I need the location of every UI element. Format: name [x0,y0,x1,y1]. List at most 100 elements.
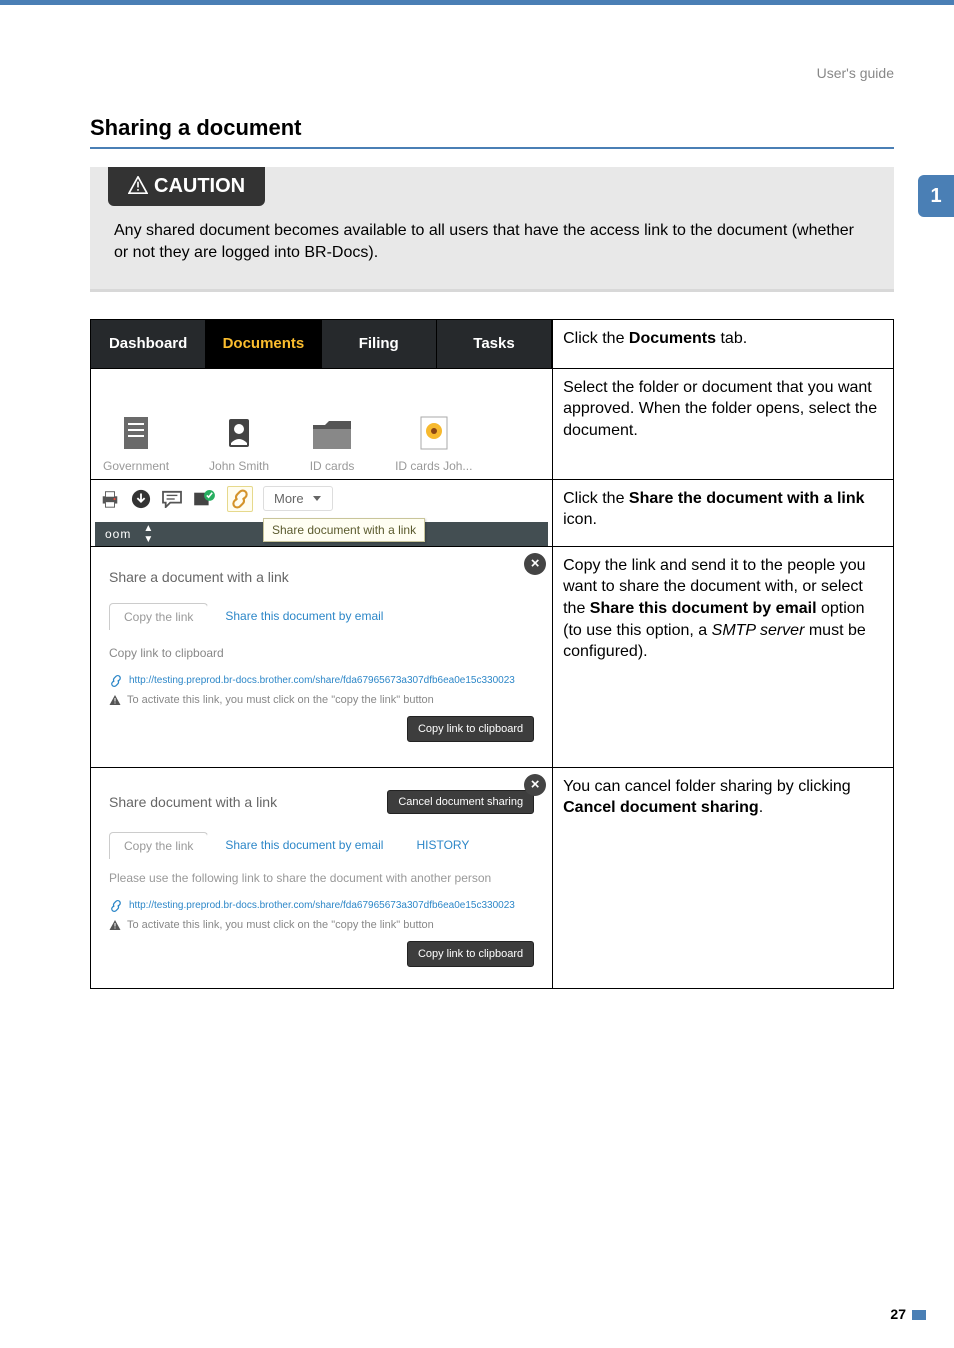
modal-instruction: Please use the following link to share t… [109,871,534,885]
desc-text: You can cancel folder sharing by clickin… [563,778,851,795]
header-guide-label: User's guide [817,65,894,81]
zoom-bar: oom ▲▼ Share document with a link [95,522,548,546]
page: User's guide 1 Sharing a document CAUTIO… [0,0,954,1348]
folder-item-government[interactable]: Government [103,413,169,473]
more-label: More [274,491,304,506]
content-area: Sharing a document CAUTION Any shared do… [0,5,954,989]
modal-tabs: Copy the link Share this document by ema… [109,603,534,630]
desc-bold: Share the document with a link [629,490,865,507]
screenshot-cell: More oom ▲▼ Share document with a link [91,479,553,546]
cancel-sharing-button[interactable]: Cancel document sharing [387,790,534,814]
description-cell: You can cancel folder sharing by clickin… [553,767,894,988]
modal-tabs: Copy the link Share this document by ema… [109,832,534,859]
folder-label: ID cards [310,459,355,473]
building-icon [116,413,156,453]
section-title: Sharing a document [90,115,894,149]
warning-icon [109,919,121,931]
folder-label: John Smith [209,459,269,473]
link-icon [109,899,123,913]
tab-filing[interactable]: Filing [322,320,437,368]
desc-text: tab. [716,330,747,347]
chapter-side-tab: 1 [918,175,954,217]
table-row: More oom ▲▼ Share document with a link C… [91,479,894,546]
warning-text: To activate this link, you must click on… [127,919,434,931]
modal-subtitle: Copy link to clipboard [109,646,534,660]
screenshot-cell: × Share document with a link Cancel docu… [91,767,553,988]
app-tabs-row: Dashboard Documents Filing Tasks [91,320,552,368]
folder-label: Government [103,459,169,473]
tab-share-email[interactable]: Share this document by email [207,603,397,630]
more-dropdown[interactable]: More [263,486,333,511]
screenshot-cell: Dashboard Documents Filing Tasks [91,319,553,368]
warning-text: To activate this link, you must click on… [127,694,434,706]
description-cell: Select the folder or document that you w… [553,368,894,479]
folder-label: ID cards Joh... [395,459,472,473]
folder-item-idcardsjoh[interactable]: ID cards Joh... [395,413,472,473]
copy-link-button[interactable]: Copy link to clipboard [407,941,534,967]
copy-link-button[interactable]: Copy link to clipboard [407,716,534,742]
tab-dashboard[interactable]: Dashboard [91,320,206,368]
modal-title: Share a document with a link [109,569,534,585]
zoom-label: oom [105,527,131,541]
table-row: Dashboard Documents Filing Tasks Click t… [91,319,894,368]
tab-tasks[interactable]: Tasks [437,320,552,368]
folder-item-idcards[interactable]: ID cards [309,415,355,473]
share-url-row: http://testing.preprod.br-docs.brother.c… [109,674,534,688]
tab-documents[interactable]: Documents [206,320,321,368]
desc-bold: Share this document by email [590,600,817,617]
share-modal-active: × Share document with a link Cancel docu… [91,768,552,988]
share-modal: × Share a document with a link Copy the … [91,547,552,767]
activation-warning: To activate this link, you must click on… [109,694,534,706]
modal-title: Share document with a link [109,794,277,810]
desc-bold: Documents [629,330,716,347]
tab-history[interactable]: HISTORY [396,832,483,859]
folder-icon [309,415,355,453]
document-flower-icon [415,413,453,453]
caution-label: CAUTION [154,175,245,197]
share-url-text: http://testing.preprod.br-docs.brother.c… [129,900,515,911]
tab-share-email[interactable]: Share this document by email [207,832,397,859]
table-row: Government John Smith [91,368,894,479]
page-number: 27 [890,1306,906,1322]
desc-text: Click the [563,330,629,347]
desc-text: . [759,799,763,816]
caution-body: Any shared document becomes available to… [90,206,894,289]
screenshot-cell: Government John Smith [91,368,553,479]
person-icon [219,413,259,453]
table-row: × Share a document with a link Copy the … [91,546,894,767]
zoom-arrows-icon[interactable]: ▲▼ [143,523,153,545]
download-icon[interactable] [131,489,151,509]
comment-icon[interactable] [161,490,183,508]
table-row: × Share document with a link Cancel docu… [91,767,894,988]
caution-header: CAUTION [108,167,265,206]
close-icon[interactable]: × [524,553,546,575]
desc-bold: Cancel document sharing [563,799,759,816]
desc-italic: SMTP server [712,622,805,639]
folder-item-john[interactable]: John Smith [209,413,269,473]
tab-copy-link[interactable]: Copy the link [109,832,208,859]
desc-text: icon. [563,511,597,528]
activation-warning: To activate this link, you must click on… [109,919,534,931]
share-url-row: http://testing.preprod.br-docs.brother.c… [109,899,534,913]
share-url-text: http://testing.preprod.br-docs.brother.c… [129,675,515,686]
description-cell: Copy the link and send it to the people … [553,546,894,767]
steps-table: Dashboard Documents Filing Tasks Click t… [90,319,894,989]
description-cell: Click the Documents tab. [553,319,894,368]
link-icon [109,674,123,688]
printer-icon[interactable] [99,489,121,509]
close-icon[interactable]: × [524,774,546,796]
approve-checklist-icon[interactable] [193,490,217,508]
page-number-accent [912,1310,926,1320]
toolbar: More oom ▲▼ Share document with a link [91,480,552,546]
desc-text: Click the [563,490,629,507]
warning-triangle-icon [128,176,148,194]
tab-copy-link[interactable]: Copy the link [109,603,208,630]
caution-box: CAUTION Any shared document becomes avai… [90,167,894,289]
chevron-down-icon [312,495,322,503]
description-cell: Click the Share the document with a link… [553,479,894,546]
share-link-tooltip: Share document with a link [263,518,425,542]
folder-browser: Government John Smith [91,369,552,479]
share-link-icon[interactable] [227,486,253,512]
screenshot-cell: × Share a document with a link Copy the … [91,546,553,767]
warning-icon [109,694,121,706]
